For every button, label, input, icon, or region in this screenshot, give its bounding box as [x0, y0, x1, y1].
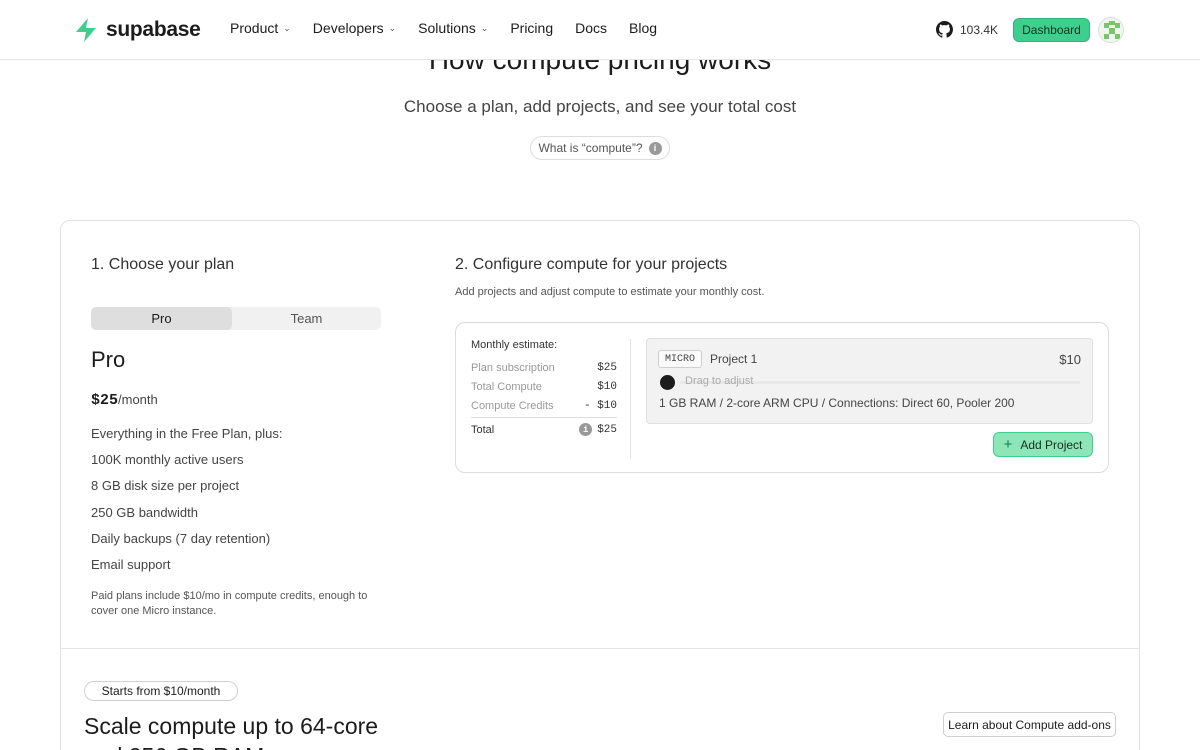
- page-subtitle: Choose a plan, add projects, and see you…: [403, 97, 797, 116]
- menu-item-developers[interactable]: Developers ⌄: [313, 20, 396, 36]
- configure-subtitle: Add projects and adjust compute to estim…: [455, 286, 765, 298]
- plan-toggle: Pro Team: [91, 307, 381, 330]
- choose-plan-heading: 1. Choose your plan: [91, 256, 235, 273]
- menu-item-product[interactable]: Product ⌄: [230, 20, 291, 36]
- avatar[interactable]: [1098, 17, 1124, 43]
- configure-heading: 2. Configure compute for your projects: [455, 256, 728, 273]
- estimate-row-credits: Compute Credits - $10: [471, 400, 617, 412]
- plan-option-pro[interactable]: Pro: [91, 307, 232, 330]
- estimate-row-compute: Total Compute $10: [471, 381, 617, 393]
- feature-item: 8 GB disk size per project: [91, 478, 240, 494]
- menu-label: Blog: [629, 20, 658, 36]
- avatar-image: [1099, 18, 1123, 42]
- estimate-value: - $10: [583, 400, 617, 412]
- top-nav: supabase Product ⌄ Developers ⌄ Solutions ⌄…: [0, 0, 1200, 60]
- plan-price: $25/month: [91, 392, 158, 409]
- project-specs: 1 GB RAM / 2-core ARM CPU / Connections:…: [659, 396, 1015, 410]
- chevron-down-icon: ⌄: [283, 22, 291, 33]
- chevron-down-icon: ⌄: [480, 22, 489, 33]
- compute-pill-label: What is “compute”?: [538, 141, 643, 155]
- estimate-total-value: $25: [597, 423, 617, 436]
- menu-item-pricing[interactable]: Pricing: [510, 20, 553, 36]
- estimate-separator: [630, 339, 631, 459]
- supabase-logo-icon: [76, 18, 96, 42]
- feature-item: Email support: [91, 556, 171, 572]
- estimate-total: Total i $25: [471, 423, 617, 436]
- logo-text: supabase: [106, 18, 201, 41]
- menu-label: Product: [230, 20, 279, 36]
- estimate-value: $25: [597, 362, 617, 374]
- plan-name: Pro: [91, 347, 126, 372]
- feature-item: 100K monthly active users: [91, 452, 244, 468]
- menu-label: Pricing: [510, 20, 554, 36]
- menu-label: Solutions: [418, 20, 476, 36]
- estimate-label: Total Compute: [471, 381, 542, 393]
- plan-features: Everything in the Free Plan, plus: 100K …: [91, 426, 283, 583]
- github-stars: 103.4K: [960, 22, 999, 37]
- feature-item: 250 GB bandwidth: [91, 504, 198, 520]
- add-project-button[interactable]: + Add Project: [993, 432, 1093, 457]
- estimate-title: Monthly estimate:: [471, 339, 558, 351]
- dashboard-button[interactable]: Dashboard: [1013, 18, 1090, 42]
- logo[interactable]: supabase: [74, 17, 201, 43]
- estimate-row-plan: Plan subscription $25: [471, 362, 617, 374]
- menu-label: Developers: [312, 20, 384, 36]
- estimate-label: Plan subscription: [471, 362, 555, 374]
- feature-item: Everything in the Free Plan, plus:: [91, 426, 283, 441]
- estimate-divider: [471, 417, 617, 418]
- compute-size-badge: MICRO: [658, 350, 702, 368]
- add-project-label: Add Project: [1020, 437, 1083, 452]
- addons-title: Scale compute up to 64-core and 256 GB R…: [84, 713, 379, 750]
- plus-icon: +: [1003, 436, 1013, 453]
- project-price: $10: [1059, 352, 1081, 367]
- menu-label: Docs: [575, 20, 608, 36]
- plan-option-team[interactable]: Team: [236, 307, 377, 330]
- menu-item-blog[interactable]: Blog: [629, 20, 657, 36]
- github-icon: [936, 21, 953, 38]
- learn-compute-addons-button[interactable]: Learn about Compute add-ons: [943, 712, 1116, 737]
- feature-item: Daily backups (7 day retention): [91, 530, 271, 546]
- price-badge: Starts from $10/month: [84, 681, 238, 701]
- estimate-value: $10: [597, 381, 617, 393]
- plan-price-amount: $25: [91, 392, 119, 409]
- chevron-down-icon: ⌄: [388, 22, 397, 33]
- project-name: Project 1: [710, 352, 758, 366]
- info-icon[interactable]: i: [579, 423, 593, 436]
- estimate-total-label: Total: [471, 423, 495, 436]
- info-icon: i: [648, 141, 662, 155]
- menu-item-solutions[interactable]: Solutions ⌄: [418, 20, 488, 36]
- what-is-compute-button[interactable]: What is “compute”? i: [530, 136, 670, 160]
- compute-slider-handle[interactable]: [660, 375, 675, 390]
- main-menu: Product ⌄ Developers ⌄ Solutions ⌄ Pricing …: [230, 20, 679, 36]
- plan-price-suffix: /month: [118, 392, 158, 407]
- estimate-label: Compute Credits: [471, 400, 554, 412]
- slider-hint: Drag to adjust: [685, 375, 754, 387]
- plan-note: Paid plans include $10/mo in compute cre…: [91, 590, 368, 617]
- menu-item-docs[interactable]: Docs: [575, 20, 607, 36]
- github-link[interactable]: 103.4K: [936, 21, 998, 38]
- divider: [61, 648, 1139, 649]
